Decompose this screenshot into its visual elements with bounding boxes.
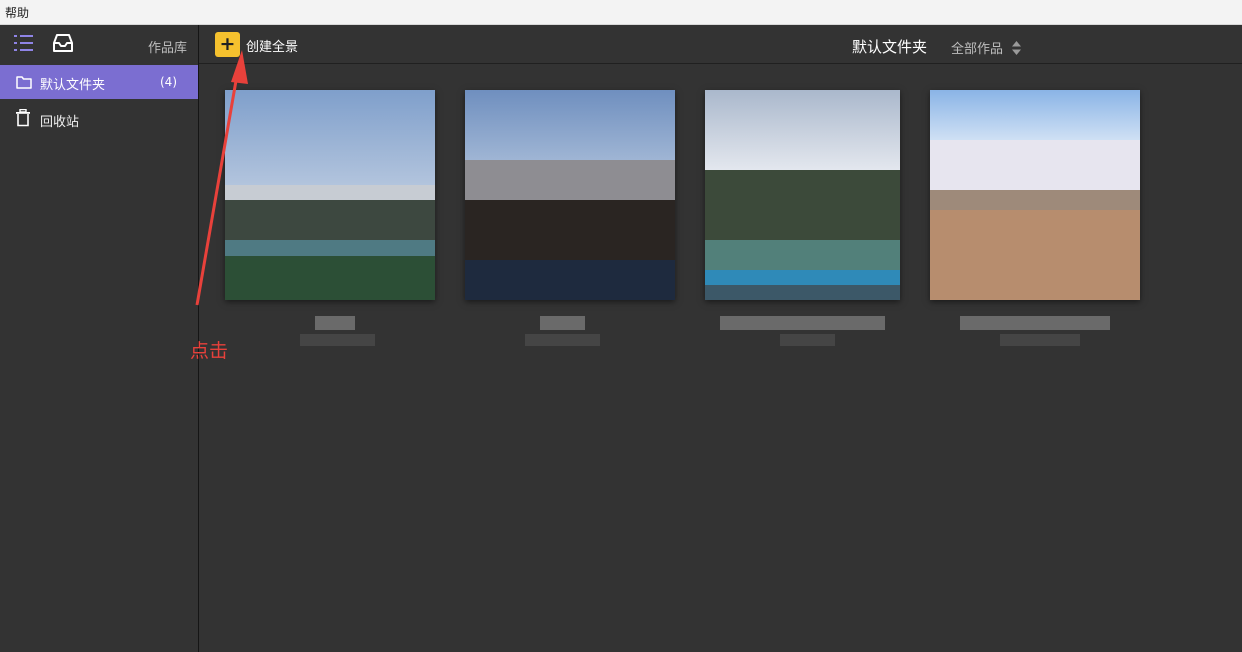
annotation-arrow-icon (195, 50, 248, 306)
annotation-label: 点击 (190, 340, 229, 362)
